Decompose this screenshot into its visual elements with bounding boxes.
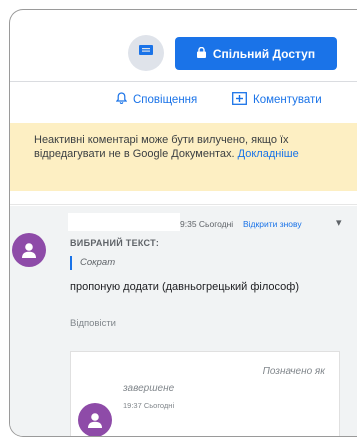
add-comment-icon (232, 92, 247, 108)
actions-bar: Сповіщення Коментувати (10, 88, 357, 114)
status-text-line1: Позначено як (262, 366, 325, 377)
notifications-button[interactable]: Сповіщення (115, 92, 198, 107)
comment-thread[interactable]: 9:35 Сьогодні Відкрити знову ▾ ВИБРАНИЙ … (10, 206, 357, 436)
avatar (78, 403, 112, 436)
reopen-button[interactable]: Відкрити знову (243, 219, 302, 229)
divider (10, 204, 357, 205)
share-button-label: Спільний Доступ (212, 46, 316, 61)
reply-button[interactable]: Відповісти (70, 318, 116, 329)
comment-body: пропоную додати (давньогрецький філософ) (70, 281, 299, 293)
status-time: 19:37 Сьогодні (123, 401, 175, 410)
status-text-line2: завершене (123, 383, 175, 394)
comment-label: Коментувати (253, 94, 322, 106)
comment-time: 9:35 Сьогодні (180, 219, 234, 229)
notifications-label: Сповіщення (133, 93, 198, 106)
learn-more-link[interactable]: Докладніше (238, 148, 299, 160)
lock-icon (196, 46, 206, 61)
top-bar: Спільний Доступ (10, 10, 357, 72)
selected-text-label: ВИБРАНИЙ ТЕКСТ: (70, 238, 160, 248)
author-name-redacted (68, 213, 180, 231)
comment-button[interactable]: Коментувати (232, 92, 322, 108)
comments-panel: Спільний Доступ Сповіщення Коментувати Н… (9, 9, 357, 437)
share-button[interactable]: Спільний Доступ (175, 37, 337, 70)
chat-button[interactable] (128, 35, 164, 71)
avatar (12, 233, 46, 267)
divider (10, 81, 357, 82)
quoted-text: Сократ (80, 257, 116, 268)
inactive-comments-banner: Неактивні коментарі може бути вилучено, … (10, 123, 357, 191)
bell-icon (115, 92, 128, 107)
quote-bar (70, 256, 72, 270)
more-options-icon[interactable]: ▾ (336, 216, 342, 229)
chat-icon (139, 44, 153, 62)
